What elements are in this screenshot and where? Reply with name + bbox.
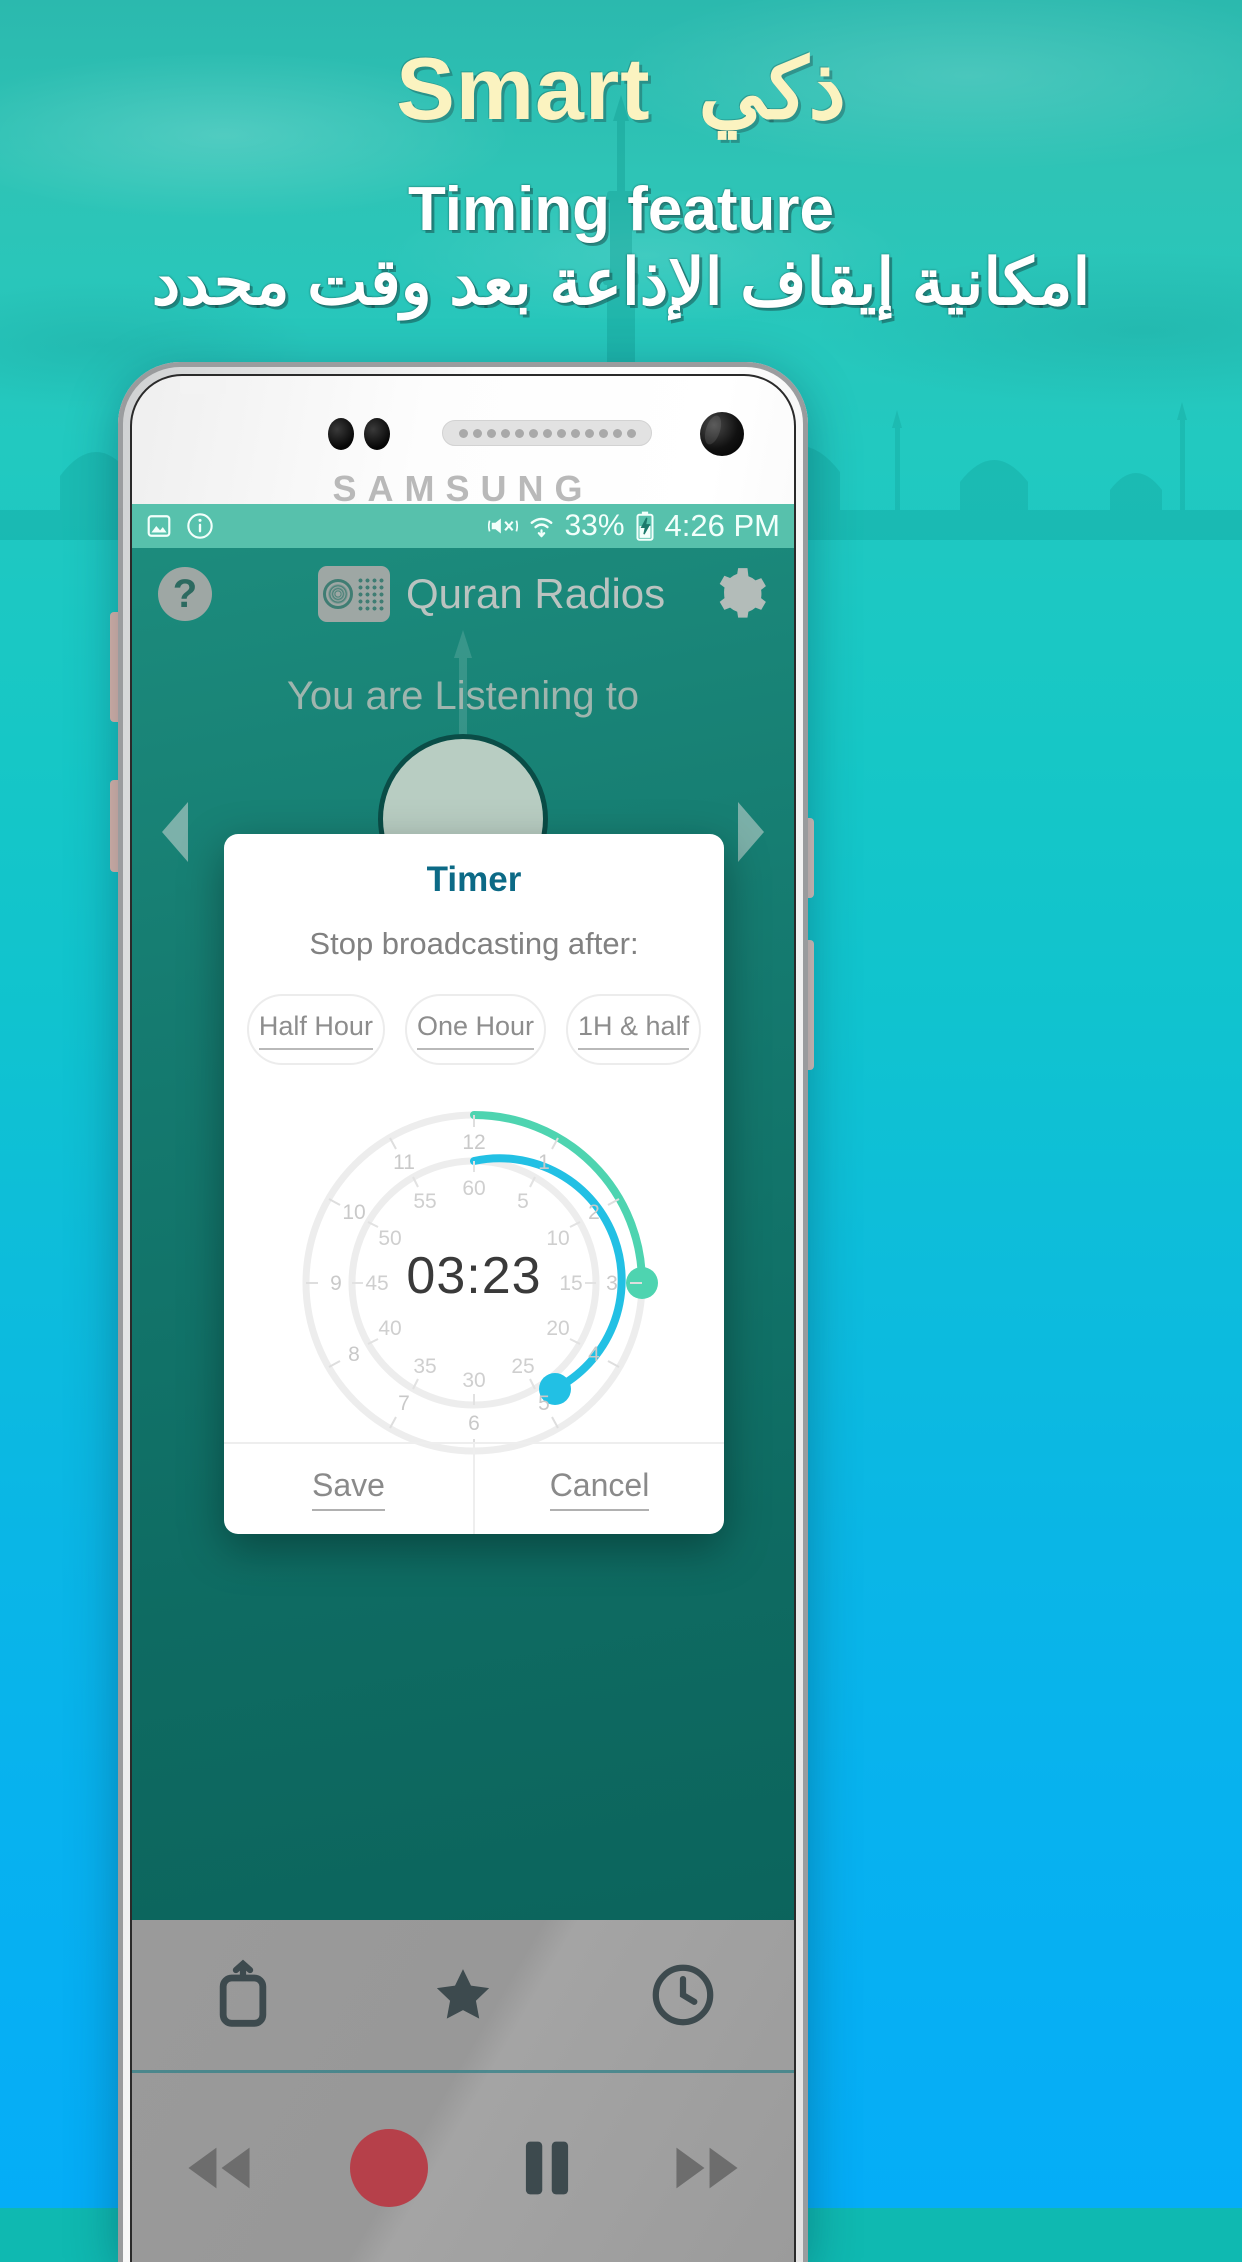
- save-button-label: Save: [312, 1467, 385, 1511]
- preset-chip-group: Half Hour One Hour 1H & half: [224, 994, 724, 1065]
- tab-bar: [132, 1920, 794, 2070]
- light-sensor-icon: [364, 418, 390, 450]
- image-icon: [147, 515, 171, 537]
- playback-controls: [132, 2073, 794, 2262]
- earpiece-speaker: [442, 420, 652, 446]
- timer-dialog: Timer Stop broadcasting after: Half Hour…: [224, 834, 724, 1534]
- svg-text:30: 30: [462, 1369, 485, 1392]
- preset-one-hour-label: One Hour: [416, 1011, 535, 1050]
- battery-percent-label: 33%: [564, 509, 625, 542]
- page-title: Quran Radios: [406, 570, 666, 617]
- svg-text:5: 5: [517, 1190, 529, 1213]
- status-bar: 33% 4:26 PM: [132, 504, 794, 548]
- svg-text:6: 6: [468, 1412, 480, 1435]
- svg-text:1: 1: [538, 1151, 550, 1174]
- dialog-action-bar: Save Cancel: [224, 1442, 724, 1534]
- rewind-icon[interactable]: [177, 2140, 261, 2196]
- svg-text:10: 10: [342, 1201, 365, 1224]
- dialog-subtitle: Stop broadcasting after:: [309, 926, 639, 961]
- info-icon: [187, 513, 213, 539]
- preset-one-and-half-label: 1H & half: [578, 1011, 690, 1050]
- svg-text:2: 2: [588, 1201, 600, 1224]
- gear-icon[interactable]: [712, 566, 768, 622]
- status-clock: 4:26 PM: [664, 508, 780, 543]
- sidebar-item-radio[interactable]: [209, 1958, 277, 2032]
- promo-headline-ar: ذكي: [698, 42, 846, 136]
- svg-text:25: 25: [511, 1355, 534, 1378]
- pause-icon[interactable]: [518, 2136, 576, 2200]
- phone-device: SAMSUNG 33% 4:26 PM ? Quran Radios You a…: [118, 362, 808, 2262]
- promo-headline-en: Smart: [396, 39, 651, 138]
- svg-text:35: 35: [413, 1355, 436, 1378]
- svg-text:8: 8: [348, 1343, 360, 1366]
- front-camera-icon: [700, 412, 744, 456]
- svg-text:20: 20: [546, 1317, 569, 1340]
- timer-dial[interactable]: 12 1 2 3 4 5 6 7 8 9 10 11 60 5 10 15 20…: [244, 1087, 704, 1467]
- svg-text:12: 12: [462, 1131, 485, 1154]
- antenna-band: [180, 378, 226, 394]
- radio-speaker-grille: [357, 577, 385, 611]
- timer-value: 03:23: [406, 1246, 542, 1305]
- chevron-right-icon[interactable]: [738, 802, 764, 862]
- preset-half-hour-label: Half Hour: [258, 1011, 373, 1050]
- promo-subhead-ar: امكانية إيقاف الإذاعة بعد وقت محدد: [151, 246, 1091, 318]
- svg-text:55: 55: [413, 1190, 436, 1213]
- phone-front-panel: SAMSUNG 33% 4:26 PM ? Quran Radios You a…: [130, 374, 796, 2262]
- svg-text:5: 5: [538, 1392, 550, 1415]
- svg-text:4: 4: [588, 1343, 600, 1366]
- star-icon[interactable]: [430, 1962, 496, 2028]
- wifi-icon: [530, 517, 552, 538]
- promo-headline: Smart ذكي: [0, 38, 1242, 148]
- phone-screen: 33% 4:26 PM ? Quran Radios You are Liste…: [132, 504, 794, 2262]
- proximity-sensor-icon: [328, 418, 354, 450]
- bottom-panel: [132, 1920, 794, 2262]
- svg-text:60: 60: [462, 1177, 485, 1200]
- clock-icon[interactable]: [649, 1961, 717, 2029]
- svg-text:40: 40: [378, 1317, 401, 1340]
- battery-charging-icon: [636, 511, 654, 541]
- cancel-button-label: Cancel: [549, 1467, 650, 1511]
- preset-one-and-half-button[interactable]: 1H & half: [566, 994, 702, 1065]
- record-button[interactable]: [350, 2128, 429, 2207]
- radio-dial-icon: [323, 579, 353, 609]
- dialog-title: Timer: [426, 860, 522, 899]
- radio-icon: [318, 566, 390, 622]
- help-icon[interactable]: ?: [158, 567, 212, 621]
- svg-text:11: 11: [393, 1151, 415, 1174]
- save-button[interactable]: Save: [224, 1444, 473, 1534]
- promo-subhead-en: Timing feature: [407, 175, 835, 244]
- app-header: ? Quran Radios: [132, 548, 794, 640]
- fast-forward-icon[interactable]: [665, 2140, 749, 2196]
- svg-text:7: 7: [398, 1392, 410, 1415]
- listening-label: You are Listening to: [286, 674, 640, 718]
- cancel-button[interactable]: Cancel: [475, 1444, 724, 1534]
- volume-mute-icon: [487, 518, 518, 534]
- status-right-group: 33% 4:26 PM: [487, 508, 780, 544]
- chevron-left-icon[interactable]: [162, 802, 188, 862]
- preset-one-hour-button[interactable]: One Hour: [404, 994, 547, 1065]
- preset-half-hour-button[interactable]: Half Hour: [246, 994, 385, 1065]
